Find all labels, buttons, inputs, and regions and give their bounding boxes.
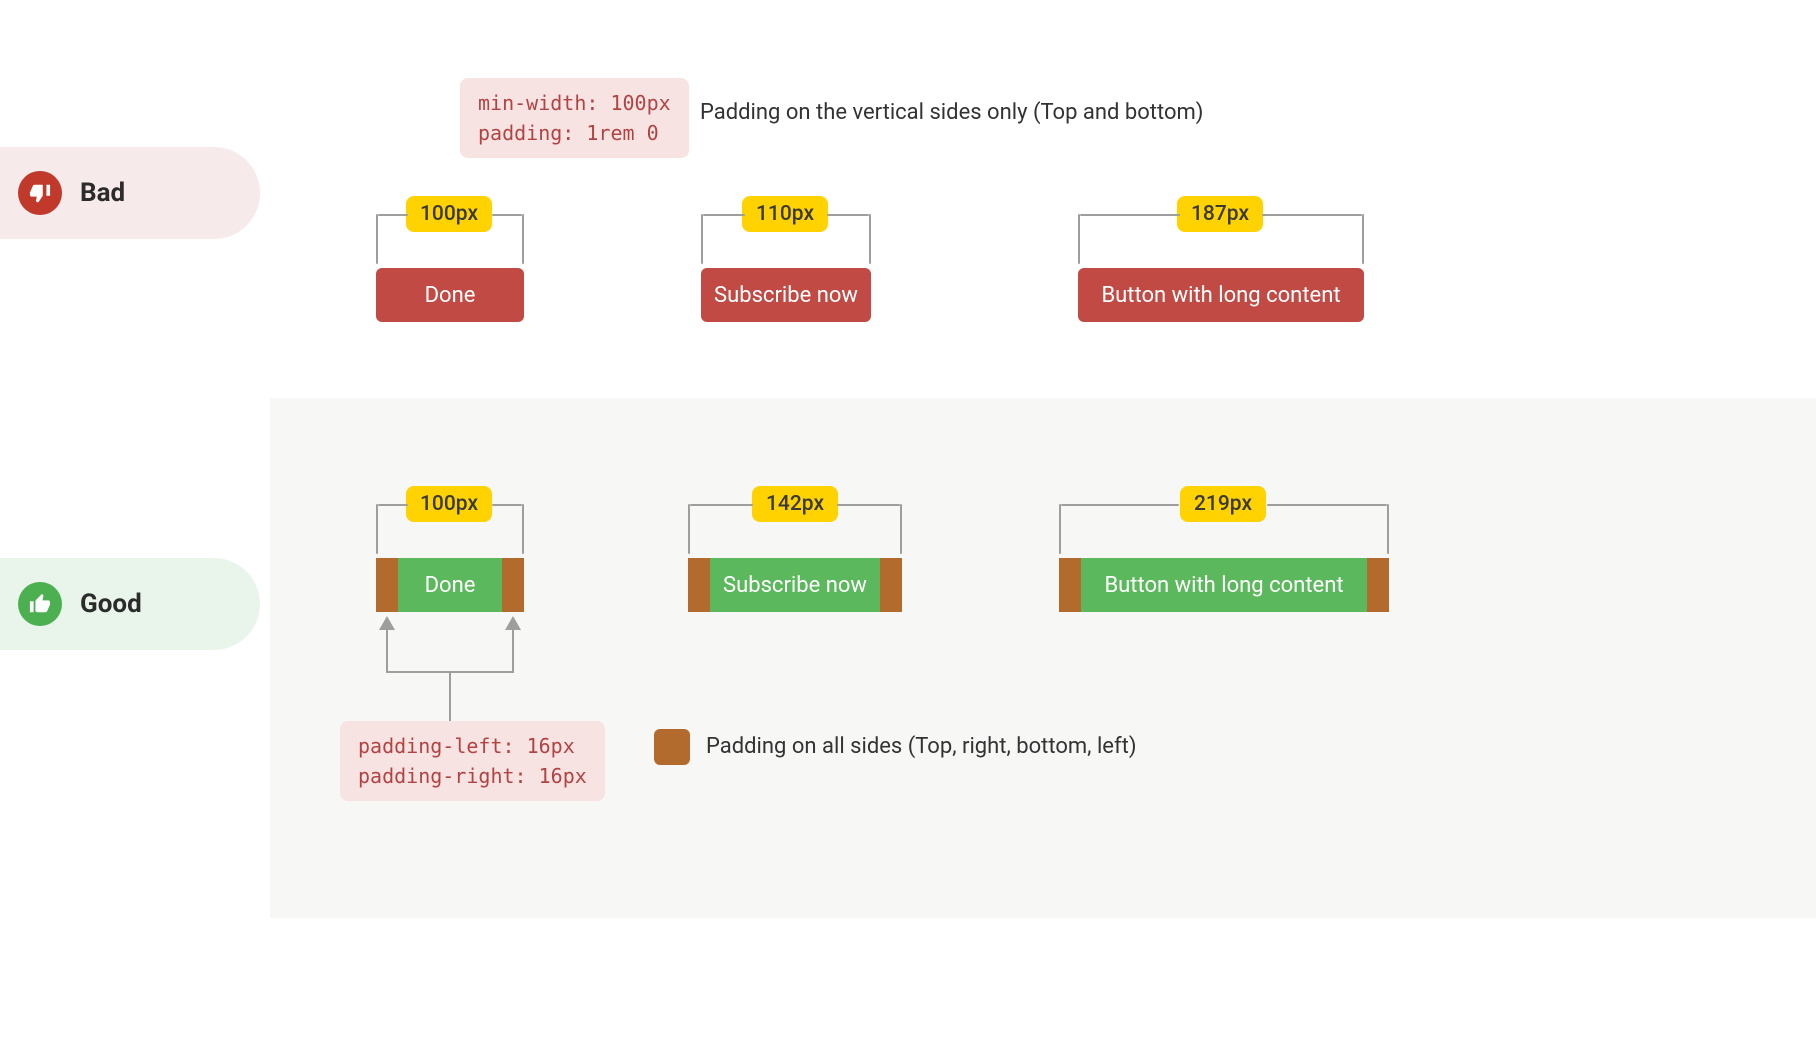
button-label: Done xyxy=(425,573,476,598)
width-badge: 110px xyxy=(742,196,828,232)
bracket-line xyxy=(900,504,902,554)
connector-line xyxy=(449,671,451,721)
bracket-line xyxy=(1262,214,1362,216)
bracket-line xyxy=(492,214,522,216)
button-core: Subscribe now xyxy=(710,558,880,612)
width-badge: 100px xyxy=(406,196,492,232)
width-badge: 142px xyxy=(752,486,838,522)
connector-line xyxy=(512,629,514,671)
width-badge: 219px xyxy=(1180,486,1266,522)
bracket-line xyxy=(376,504,378,554)
padding-swatch xyxy=(654,729,690,765)
padding-indicator xyxy=(502,558,524,612)
bracket-line xyxy=(522,214,524,264)
button-core: Done xyxy=(398,558,502,612)
arrow-icon xyxy=(505,616,521,630)
bracket-line xyxy=(688,504,690,554)
bad-label-pill: Bad xyxy=(0,147,260,239)
bracket-line xyxy=(703,214,745,216)
bracket-line xyxy=(837,504,900,506)
good-section: 100px Done padding-left: 16px padding-ri… xyxy=(270,398,1816,918)
button-core: Button with long content xyxy=(1081,558,1367,612)
bad-note: Padding on the vertical sides only (Top … xyxy=(700,100,1203,125)
good-button-long: Button with long content xyxy=(1059,558,1389,612)
bracket-line xyxy=(1267,504,1387,506)
bracket-line xyxy=(376,214,378,264)
thumbs-up-icon xyxy=(18,582,62,626)
padding-indicator xyxy=(1059,558,1081,612)
good-button-subscribe: Subscribe now xyxy=(688,558,902,612)
connector-line xyxy=(386,629,388,671)
bracket-line xyxy=(1061,504,1179,506)
padding-indicator xyxy=(880,558,902,612)
bad-button-subscribe: Subscribe now xyxy=(701,268,871,322)
bracket-line xyxy=(1078,214,1080,264)
bracket-line xyxy=(701,214,703,264)
button-label: Button with long content xyxy=(1101,283,1340,308)
button-label: Done xyxy=(425,283,476,308)
button-label: Subscribe now xyxy=(723,573,867,598)
button-label: Button with long content xyxy=(1104,573,1343,598)
bad-css-code: min-width: 100px padding: 1rem 0 xyxy=(460,78,689,158)
padding-indicator xyxy=(376,558,398,612)
bracket-line xyxy=(378,504,408,506)
bracket-line xyxy=(827,214,869,216)
bracket-line xyxy=(522,504,524,554)
button-label: Subscribe now xyxy=(714,283,858,308)
good-css-code: padding-left: 16px padding-right: 16px xyxy=(340,721,605,801)
width-badge: 100px xyxy=(406,486,492,522)
bracket-line xyxy=(1059,504,1061,554)
bracket-line xyxy=(1387,504,1389,554)
bad-button-long: Button with long content xyxy=(1078,268,1364,322)
bracket-line xyxy=(1080,214,1180,216)
bad-section: min-width: 100px padding: 1rem 0 Padding… xyxy=(270,0,1816,398)
good-label-text: Good xyxy=(80,589,142,619)
thumbs-down-icon xyxy=(18,171,62,215)
padding-indicator xyxy=(1367,558,1389,612)
bad-label-text: Bad xyxy=(80,178,125,208)
arrow-icon xyxy=(379,616,395,630)
bad-button-done: Done xyxy=(376,268,524,322)
bracket-line xyxy=(378,214,408,216)
good-note: Padding on all sides (Top, right, bottom… xyxy=(706,734,1136,759)
diagram-sidebar: Bad Good xyxy=(0,0,270,1046)
good-label-pill: Good xyxy=(0,558,260,650)
diagram-content: min-width: 100px padding: 1rem 0 Padding… xyxy=(270,0,1816,1046)
bracket-line xyxy=(492,504,522,506)
padding-indicator xyxy=(688,558,710,612)
bracket-line xyxy=(1362,214,1364,264)
good-button-done: Done xyxy=(376,558,524,612)
bracket-line xyxy=(869,214,871,264)
bracket-line xyxy=(690,504,753,506)
width-badge: 187px xyxy=(1177,196,1263,232)
